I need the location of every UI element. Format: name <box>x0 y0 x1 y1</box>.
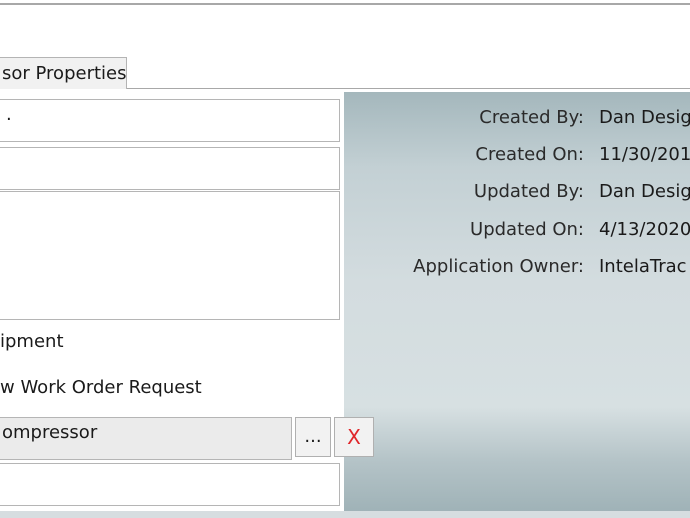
created-on-value: 11/30/201 <box>599 144 690 165</box>
last-field[interactable] <box>0 463 340 506</box>
updated-on-label: Updated On: <box>470 219 584 240</box>
meta-row-application-owner: Application Owner: IntelaTrac <box>344 256 690 280</box>
first-field[interactable]: . <box>0 99 340 142</box>
clear-button[interactable]: X <box>334 417 374 457</box>
meta-row-created-on: Created On: 11/30/201 <box>344 144 690 168</box>
equipment-lookup-field[interactable]: ompressor <box>0 417 292 460</box>
equipment-label: ipment <box>0 331 64 352</box>
meta-row-updated-on: Updated On: 4/13/2020 <box>344 219 690 243</box>
meta-row-created-by: Created By: Dan Desig <box>344 107 690 131</box>
tab-label: sor Properties <box>2 63 127 84</box>
meta-row-updated-by: Updated By: Dan Desig <box>344 181 690 205</box>
created-by-label: Created By: <box>479 107 584 128</box>
created-on-label: Created On: <box>475 144 584 165</box>
browse-button[interactable]: ... <box>295 417 331 457</box>
equipment-lookup-value: ompressor <box>2 422 98 443</box>
application-owner-label: Application Owner: <box>413 256 584 277</box>
description-textarea[interactable] <box>0 191 340 320</box>
bottom-strip <box>0 511 690 518</box>
top-divider <box>0 3 690 5</box>
updated-by-label: Updated By: <box>473 181 584 202</box>
application-owner-value: IntelaTrac <box>599 256 687 277</box>
work-order-request-label: w Work Order Request <box>0 377 202 398</box>
updated-on-value: 4/13/2020 <box>599 219 690 240</box>
second-field[interactable] <box>0 147 340 190</box>
tab-sensor-properties[interactable]: sor Properties <box>0 57 127 89</box>
created-by-value: Dan Desig <box>599 107 690 128</box>
updated-by-value: Dan Desig <box>599 181 690 202</box>
first-field-value: . <box>6 104 12 125</box>
clear-icon: X <box>347 425 361 449</box>
browse-button-label: ... <box>304 426 322 447</box>
